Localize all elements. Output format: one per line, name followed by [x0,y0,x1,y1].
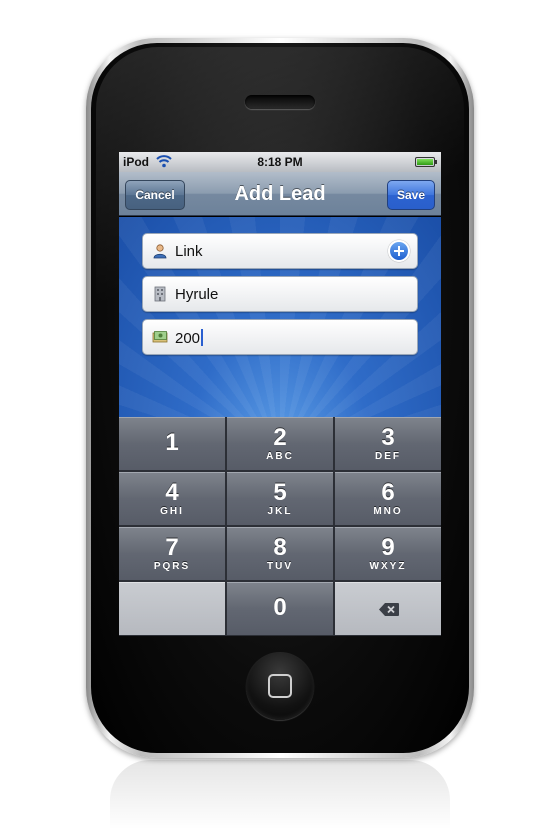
person-icon [153,244,167,259]
building-icon [154,286,166,302]
numeric-keypad: 1 2 ABC 3 DEF 4 GHI 5 JKL 6 MNO 7 PQRS 8… [119,417,441,636]
navigation-bar: Cancel Add Lead Save [119,172,441,216]
form-area: Link Hyrule 200 [119,217,441,417]
company-field[interactable]: Hyrule [142,276,418,312]
key-8[interactable]: 8 TUV [227,527,333,580]
backspace-icon [379,603,399,616]
status-bar: iPod 8:18 PM [119,152,441,172]
amount-field[interactable]: 200 [142,319,418,355]
key-7[interactable]: 7 PQRS [119,527,225,580]
delete-key[interactable] [335,582,441,635]
key-2[interactable]: 2 ABC [227,417,333,470]
key-1[interactable]: 1 [119,417,225,470]
key-6[interactable]: 6 MNO [335,472,441,525]
key-3[interactable]: 3 DEF [335,417,441,470]
name-field-value: Link [175,243,203,260]
home-square-icon [268,674,292,698]
add-icon[interactable] [388,240,410,262]
key-5[interactable]: 5 JKL [227,472,333,525]
key-9[interactable]: 9 WXYZ [335,527,441,580]
money-icon [152,331,168,343]
earpiece-speaker [245,95,315,109]
status-time: 8:18 PM [257,155,303,169]
text-caret [201,329,204,346]
key-blank [119,582,225,635]
amount-field-value: 200 [175,329,204,347]
name-field[interactable]: Link [142,233,418,269]
save-button[interactable]: Save [387,180,435,210]
key-4[interactable]: 4 GHI [119,472,225,525]
screen: iPod 8:18 PM Cancel Add Lead Save Link H… [119,152,441,636]
home-button[interactable] [246,652,314,720]
battery-full-icon [415,157,437,167]
phone-reflection [110,760,450,830]
company-field-value: Hyrule [175,286,219,303]
key-0[interactable]: 0 [227,582,333,635]
